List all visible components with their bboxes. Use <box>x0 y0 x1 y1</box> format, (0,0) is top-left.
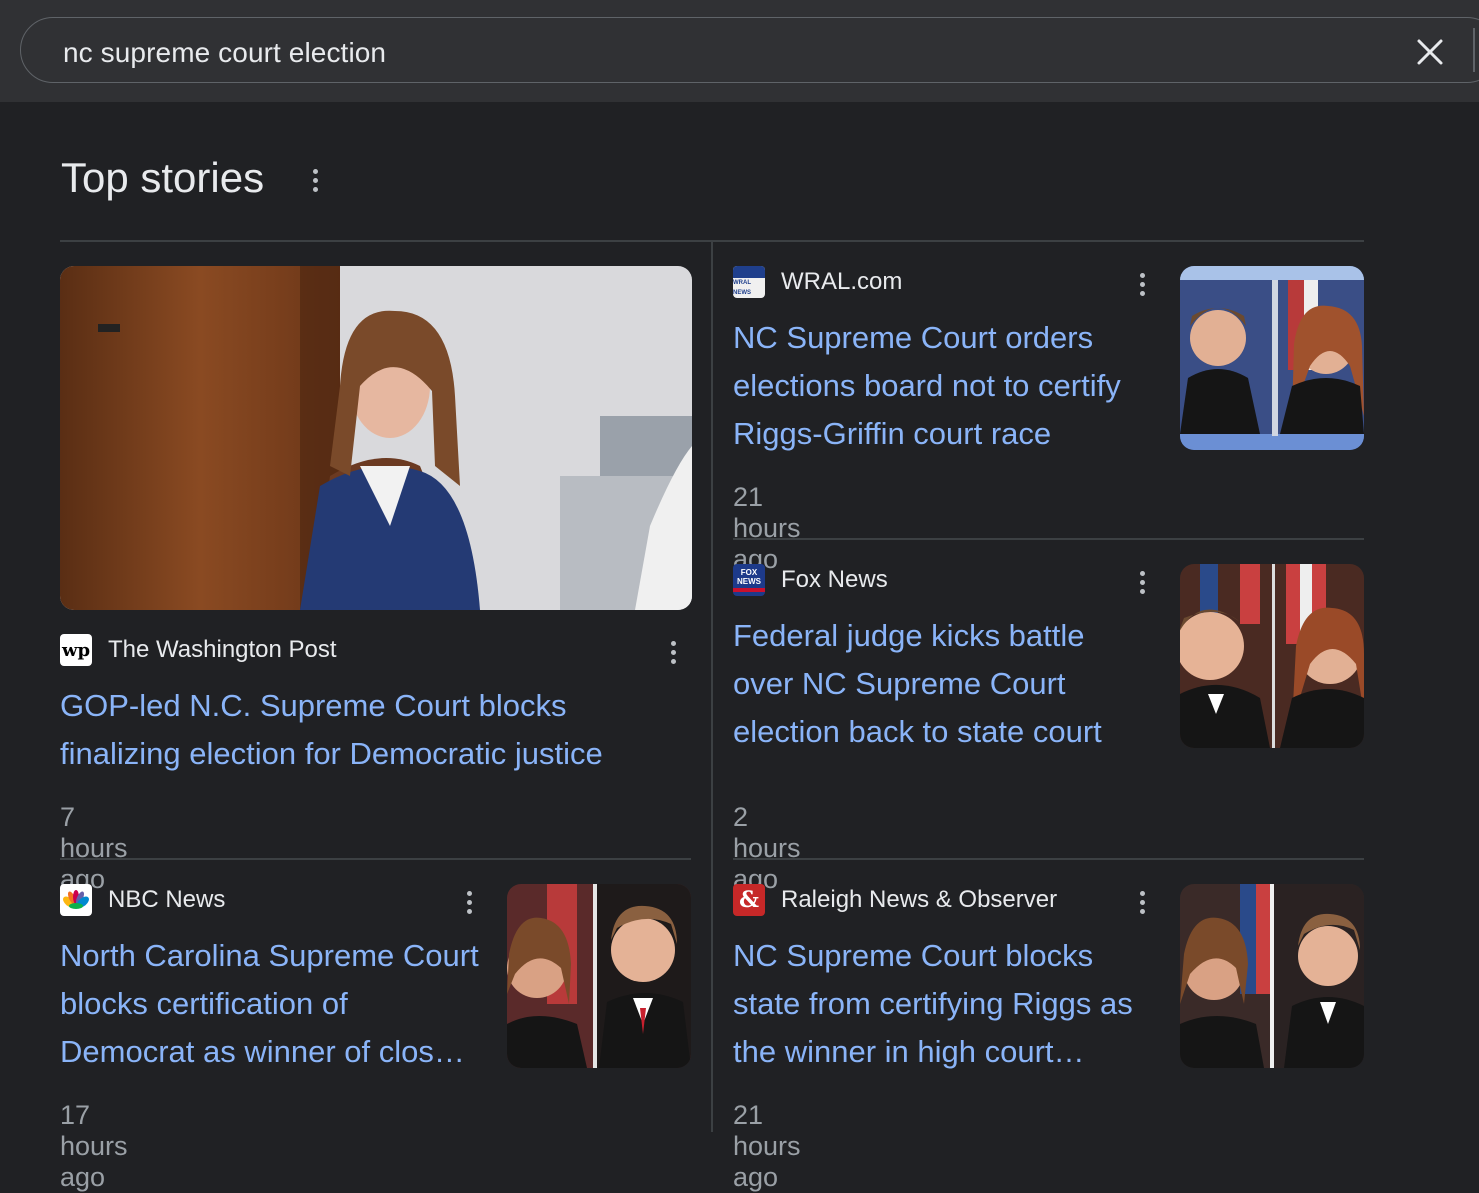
story-headline[interactable]: Federal judge kicks battle over NC Supre… <box>733 612 1153 756</box>
story-source: NBC News <box>108 886 226 913</box>
story-menu-button[interactable] <box>1127 266 1157 302</box>
story-headline[interactable]: North Carolina Supreme Court blocks cert… <box>60 932 480 1076</box>
row-divider-right-1 <box>733 538 1364 540</box>
news-observer-logo-icon: & <box>733 884 765 916</box>
story-menu-button[interactable] <box>1127 564 1157 600</box>
nbc-peacock-logo-icon <box>60 884 92 916</box>
story-time: 21 hours ago <box>733 482 801 574</box>
row-divider-right-2 <box>733 858 1364 860</box>
search-input[interactable]: nc supreme court election <box>63 37 386 69</box>
story-menu-button[interactable] <box>454 884 484 920</box>
story-menu-button[interactable] <box>1127 884 1157 920</box>
row-divider-left <box>60 858 691 860</box>
close-icon <box>1417 39 1443 65</box>
story-thumbnail[interactable] <box>507 884 691 1068</box>
story-menu-button[interactable] <box>658 634 688 670</box>
favicon-text: wp <box>61 639 91 661</box>
story-source: Fox News <box>781 566 888 593</box>
more-vert-icon <box>466 890 472 914</box>
story-headline[interactable]: NC Supreme Court blocks state from certi… <box>733 932 1153 1076</box>
story-source: Raleigh News & Observer <box>781 886 1058 913</box>
story-thumbnail[interactable] <box>1180 564 1364 748</box>
more-vert-icon <box>1139 890 1145 914</box>
more-vert-icon <box>1139 570 1145 594</box>
story-time: 2 hours ago <box>733 802 801 894</box>
story-source: WRAL.com <box>781 268 903 295</box>
story-source: The Washington Post <box>108 636 337 663</box>
more-vert-icon <box>1139 272 1145 296</box>
clear-search-button[interactable] <box>1407 35 1453 69</box>
more-vert-icon <box>312 168 318 192</box>
favicon-text: FOX NEWS <box>737 568 761 586</box>
favicon-text: & <box>739 887 759 913</box>
story-thumbnail[interactable] <box>1180 266 1364 450</box>
washington-post-logo-icon: wp <box>60 634 92 666</box>
column-divider <box>711 242 713 1132</box>
wral-logo-icon: WRAL NEWS <box>733 266 765 298</box>
section-title: Top stories <box>61 154 265 201</box>
story-time: 17 hours ago <box>60 1100 128 1192</box>
favicon-text: WRAL NEWS <box>733 280 751 296</box>
search-box[interactable]: nc supreme court election <box>20 17 1479 83</box>
story-headline[interactable]: NC Supreme Court orders elections board … <box>733 314 1153 458</box>
story-time: 7 hours ago <box>60 802 128 894</box>
more-vert-icon <box>670 640 676 664</box>
story-headline[interactable]: GOP-led N.C. Supreme Court blocks finali… <box>60 682 660 778</box>
story-time: 21 hours ago <box>733 1100 801 1192</box>
story-thumbnail[interactable] <box>1180 884 1364 1068</box>
search-divider <box>1473 28 1475 72</box>
fox-news-logo-icon: FOX NEWS <box>733 564 765 596</box>
section-menu-button[interactable] <box>300 162 330 198</box>
story-image[interactable] <box>60 266 692 610</box>
search-header: nc supreme court election <box>0 0 1479 102</box>
